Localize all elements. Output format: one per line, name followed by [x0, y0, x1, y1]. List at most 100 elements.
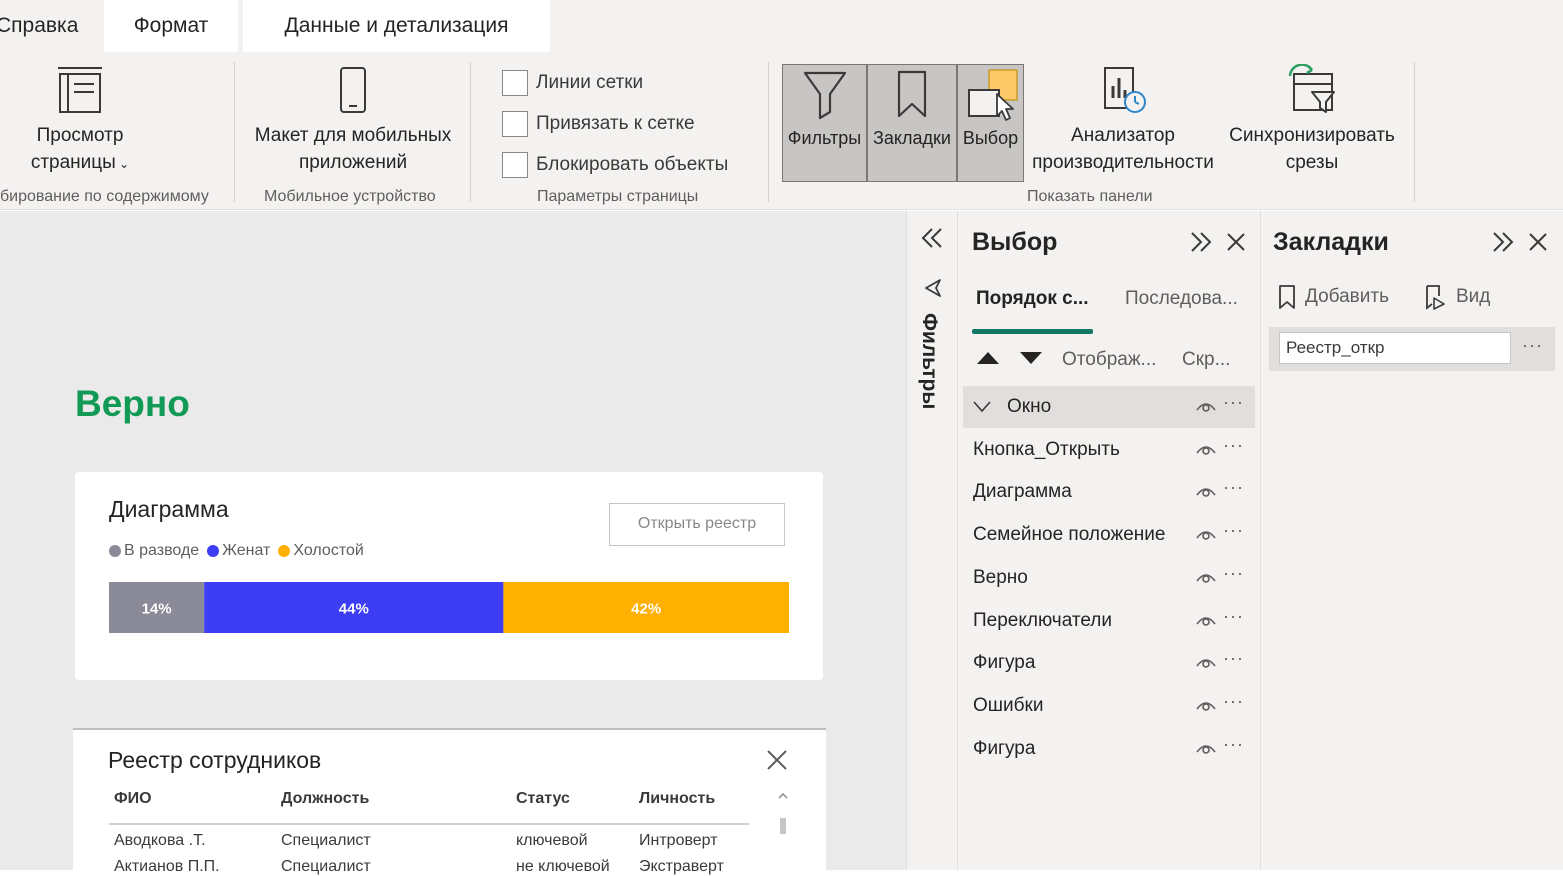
performance-analyzer-button[interactable]: Анализатор производительности: [1028, 64, 1218, 176]
layer-item[interactable]: Диаграмма ···: [963, 471, 1255, 513]
layer-label: Семейное положение: [973, 524, 1166, 546]
more-options-icon[interactable]: ···: [1223, 435, 1244, 456]
group-label-mobile: Мобильное устройство: [264, 188, 436, 205]
chart-card[interactable]: Диаграмма Открыть реестр В разводе Женат…: [75, 472, 823, 680]
bookmarks-pane: Закладки Добавить Вид ···: [1260, 211, 1563, 870]
tab-format[interactable]: Формат: [104, 0, 238, 52]
close-icon[interactable]: [1527, 231, 1549, 253]
more-options-icon[interactable]: ···: [1223, 734, 1244, 755]
data-label: 14%: [142, 601, 172, 618]
tab-data-drill[interactable]: Данные и детализация: [243, 0, 550, 52]
eye-icon[interactable]: [1195, 398, 1217, 414]
group-separator: [1414, 62, 1415, 202]
selection-pane-toggle[interactable]: Выбор: [957, 64, 1024, 182]
active-tab-indicator: [972, 329, 1093, 334]
tab-layer-order[interactable]: Порядок с...: [976, 288, 1089, 310]
stacked-bar-chart[interactable]: 14% 44% 42%: [109, 582, 789, 633]
eye-icon[interactable]: [1195, 483, 1217, 499]
layer-item[interactable]: Кнопка_Открыть ···: [963, 429, 1255, 471]
chevron-double-right-icon[interactable]: [1491, 231, 1515, 253]
group-separator: [768, 62, 769, 202]
registry-table-card[interactable]: Реестр сотрудников ФИО Должность Статус …: [73, 728, 826, 875]
open-registry-button[interactable]: Открыть реестр: [609, 503, 785, 546]
view-bookmark-button[interactable]: Вид: [1424, 284, 1490, 310]
layer-item[interactable]: Фигура ···: [963, 642, 1255, 684]
more-options-icon[interactable]: ···: [1223, 563, 1244, 584]
more-options-icon[interactable]: ···: [1223, 392, 1244, 413]
bookmark-name-input[interactable]: [1279, 332, 1511, 364]
eye-icon[interactable]: [1195, 441, 1217, 457]
filters-vertical-label: Фильтры: [918, 313, 941, 410]
legend-dot: [207, 545, 220, 557]
tab-help[interactable]: Справка: [0, 0, 100, 52]
filters-pane-toggle[interactable]: Фильтры: [782, 64, 867, 182]
snap-to-grid-label: Привязать к сетке: [536, 113, 695, 134]
layer-item[interactable]: Фигура ···: [963, 728, 1255, 770]
layer-item[interactable]: Семейное положение ···: [963, 514, 1255, 556]
page-view-button[interactable]: Просмотр страницы ⌄: [10, 64, 150, 178]
bookmarks-pane-toggle[interactable]: Закладки: [867, 64, 957, 182]
layer-label: Окно: [1007, 396, 1052, 417]
close-icon[interactable]: [765, 748, 789, 772]
lock-objects-checkbox[interactable]: Блокировать объекты: [502, 150, 728, 180]
eye-icon[interactable]: [1195, 526, 1217, 542]
checkbox-box[interactable]: [502, 111, 528, 137]
filters-pane-collapsed[interactable]: Фильтры: [906, 211, 958, 870]
chevron-double-left-icon[interactable]: [920, 227, 944, 249]
layer-label: Кнопка_Открыть: [973, 438, 1120, 460]
layer-item[interactable]: Переключатели ···: [963, 600, 1255, 642]
checkbox-box[interactable]: [502, 70, 528, 96]
tab-help-label: Справка: [0, 14, 79, 37]
tab-tab-order[interactable]: Последова...: [1125, 288, 1238, 310]
table-scrollbar[interactable]: [777, 790, 789, 872]
more-options-icon[interactable]: ···: [1223, 606, 1244, 627]
chevron-down-icon[interactable]: [973, 401, 991, 413]
layer-item[interactable]: Ошибки ···: [963, 685, 1255, 727]
move-down-icon[interactable]: [1019, 351, 1043, 365]
gridlines-checkbox[interactable]: Линии сетки: [502, 68, 643, 98]
bookmark-add-icon: [1279, 285, 1295, 309]
page-view-icon: [58, 67, 102, 113]
show-column-header[interactable]: Отображ...: [1062, 349, 1156, 371]
column-header-status[interactable]: Статус: [516, 790, 570, 808]
more-options-icon[interactable]: ···: [1522, 335, 1543, 356]
mobile-layout-button[interactable]: Макет для мобильных приложений: [248, 64, 458, 176]
add-bookmark-button[interactable]: Добавить: [1277, 284, 1389, 310]
more-options-icon[interactable]: ···: [1223, 691, 1244, 712]
more-options-icon[interactable]: ···: [1223, 520, 1244, 541]
close-icon[interactable]: [1225, 231, 1247, 253]
chevron-double-right-icon[interactable]: [1189, 231, 1213, 253]
bookmark-item[interactable]: ···: [1269, 327, 1555, 371]
move-up-icon[interactable]: [976, 351, 1000, 365]
eye-icon[interactable]: [1195, 697, 1217, 713]
performance-label-2: производительности: [1032, 152, 1214, 173]
performance-analyzer-icon: [1104, 67, 1146, 113]
column-header-position[interactable]: Должность: [281, 790, 369, 808]
verno-title: Верно: [75, 383, 190, 424]
group-separator: [234, 62, 235, 202]
selection-pane: Выбор Порядок с... Последова... Отображ.…: [958, 211, 1260, 870]
more-options-icon[interactable]: ···: [1223, 477, 1244, 498]
hide-column-header[interactable]: Скр...: [1182, 349, 1230, 371]
group-separator: [470, 62, 471, 202]
eye-icon[interactable]: [1195, 654, 1217, 670]
eye-icon[interactable]: [1195, 740, 1217, 756]
layer-item[interactable]: Окно ···: [963, 386, 1255, 428]
column-header-personality[interactable]: Личность: [639, 790, 715, 808]
legend-dot: [109, 545, 121, 557]
filter-funnel-icon: [803, 71, 846, 120]
view-bookmark-label: Вид: [1456, 286, 1491, 307]
more-options-icon[interactable]: ···: [1223, 648, 1244, 669]
layer-item[interactable]: Верно ···: [963, 557, 1255, 599]
table-divider: [109, 823, 749, 825]
sync-slicers-button[interactable]: Синхронизировать срезы: [1222, 64, 1402, 176]
eye-icon[interactable]: [1195, 612, 1217, 628]
chart-legend: В разводе Женат Холостой: [109, 542, 372, 560]
eye-icon[interactable]: [1195, 569, 1217, 585]
column-header-fio[interactable]: ФИО: [114, 790, 152, 808]
registry-title: Реестр сотрудников: [108, 747, 322, 773]
checkbox-box[interactable]: [502, 152, 528, 178]
snap-to-grid-checkbox[interactable]: Привязать к сетке: [502, 109, 695, 139]
bookmarks-pane-title: Закладки: [1273, 228, 1389, 256]
layer-label: Фигура: [973, 652, 1036, 674]
